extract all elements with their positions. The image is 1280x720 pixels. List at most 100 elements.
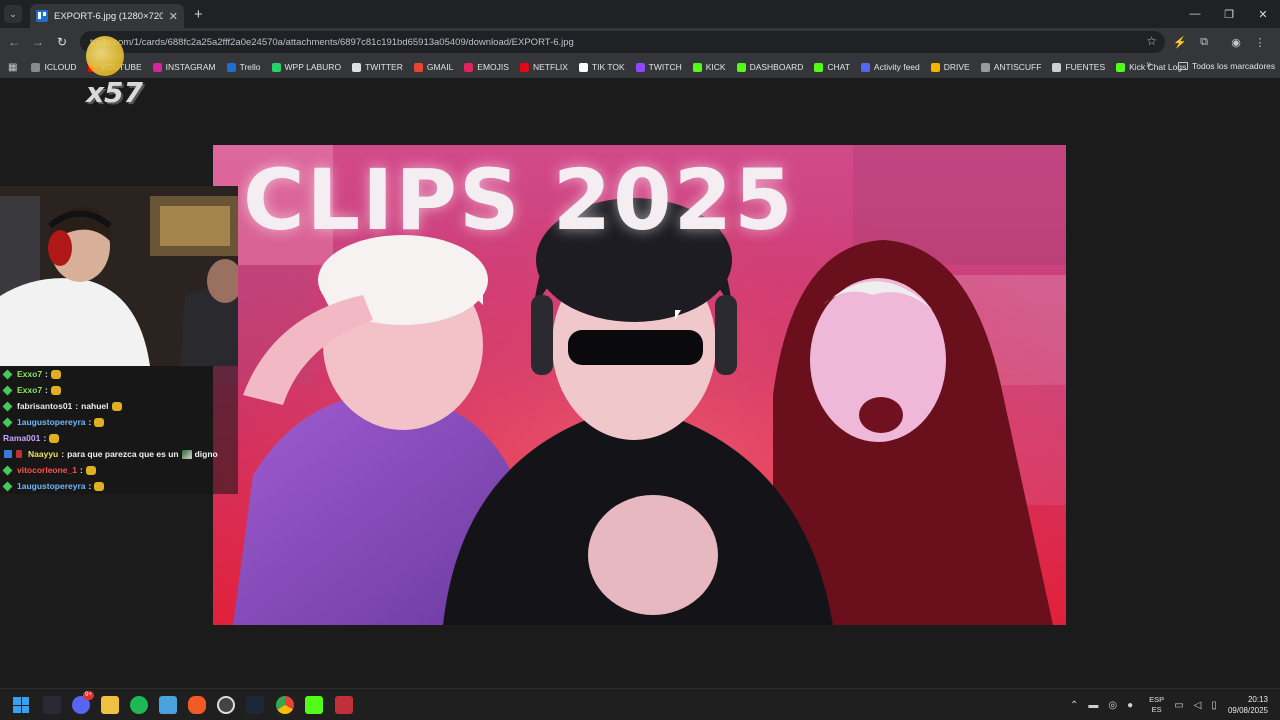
bookmark-icloud[interactable]: ICLOUD (31, 62, 77, 72)
chat-separator: : (61, 449, 65, 459)
subscriber-badge-icon (2, 481, 13, 491)
bookmark-label: CHAT (827, 62, 850, 72)
bookmark-favicon-icon (1052, 62, 1062, 72)
chat-text-tail: digno (194, 449, 218, 459)
bookmark-activity-feed[interactable]: Activity feed (860, 62, 920, 72)
brave-icon[interactable] (188, 696, 206, 714)
bookmark-drive[interactable]: DRIVE (930, 62, 970, 72)
network-icon[interactable]: ▭ (1174, 700, 1183, 711)
chat-separator: : (88, 481, 92, 491)
back-button[interactable]: ← (2, 30, 26, 54)
close-window-button[interactable]: ✕ (1246, 0, 1280, 28)
bookmark-emojis[interactable]: EMOJIS (464, 62, 509, 72)
chat-username[interactable]: 1augustopereyra (17, 417, 86, 427)
tab-title: EXPORT-6.jpg (1280×720) (54, 10, 163, 22)
obs-icon[interactable] (217, 696, 235, 714)
coin-emote-icon (85, 465, 96, 475)
chat-message: 1augustopereyra : (0, 414, 238, 430)
bookmark-favicon-icon (980, 62, 990, 72)
bookmark-dashboard[interactable]: DASHBOARD (736, 62, 804, 72)
reload-button[interactable]: ↻ (50, 30, 74, 54)
bookmark-tik-tok[interactable]: TIK TOK (578, 62, 625, 72)
profile-avatar-icon[interactable]: ◉ (1228, 34, 1244, 50)
microphone-icon[interactable]: ● (1127, 700, 1133, 711)
minimize-button[interactable]: — (1178, 0, 1212, 28)
keyboard-layout: ES (1151, 705, 1162, 714)
language-code: ESP (1149, 695, 1165, 704)
bookmark-star-icon[interactable]: ☆ (1146, 34, 1157, 48)
windows-start-icon[interactable] (13, 697, 29, 713)
bookmarks-bar: ▦ ICLOUD YOUTUBE INSTAGRAM Trello WPP LABURO… (0, 56, 1280, 78)
notepad-icon[interactable] (159, 696, 177, 714)
extensions-area: ⚡ ⧉ ◉ ⋮ (1172, 28, 1268, 56)
widgets-icon[interactable] (43, 696, 61, 714)
bookmark-fuentes[interactable]: FUENTES (1052, 62, 1105, 72)
bookmark-favicon-icon (271, 62, 281, 72)
mail-app-icon[interactable] (335, 696, 353, 714)
bookmark-netflix[interactable]: NETFLIX (519, 62, 568, 72)
kick-icon[interactable] (305, 696, 323, 714)
chat-message: 1augustopereyra : (0, 478, 238, 494)
chat-username[interactable]: Naayyu (28, 449, 58, 459)
image-emote-icon (181, 449, 192, 459)
moderator-badge-icon (4, 450, 12, 458)
twitch-extension-icon[interactable]: ⚡ (1172, 34, 1188, 50)
bookmark-chat[interactable]: CHAT (814, 62, 850, 72)
clock-date: 09/08/2025 (1227, 706, 1268, 715)
new-tab-button[interactable]: + (194, 6, 203, 23)
bookmark-favicon-icon (635, 62, 645, 72)
chat-separator: : (88, 417, 92, 427)
bookmark-label: NETFLIX (532, 62, 568, 72)
bookmarks-overflow-icon[interactable]: » (1146, 59, 1152, 70)
subscriber-badge-icon (2, 385, 13, 395)
tab-export-image[interactable]: EXPORT-6.jpg (1280×720) ✕ (30, 4, 184, 28)
bookmark-kick[interactable]: KICK (692, 62, 726, 72)
all-bookmarks-button[interactable]: Todos los marcadores (1178, 61, 1275, 71)
address-bar[interactable]: trello.com/1/cards/688fc2a25a2fff2a0e245… (80, 31, 1165, 53)
chat-username[interactable]: Exxo7 (17, 369, 42, 379)
chat-username[interactable]: 1augustopereyra (17, 481, 86, 491)
spotify-icon[interactable] (130, 696, 148, 714)
volume-icon[interactable]: ◁ (1194, 700, 1202, 711)
bookmark-twitch[interactable]: TWITCH (635, 62, 682, 72)
bookmark-antiscuff[interactable]: ANTISCUFF (980, 62, 1042, 72)
bookmark-instagram[interactable]: INSTAGRAM (152, 62, 216, 72)
file-explorer-icon[interactable] (101, 696, 119, 714)
extensions-puzzle-icon[interactable]: ⧉ (1196, 34, 1212, 50)
battery-icon[interactable]: ▯ (1211, 700, 1217, 711)
bookmark-twitter[interactable]: TWITTER (352, 62, 403, 72)
chrome-icon[interactable] (276, 696, 294, 714)
all-bookmarks-label: Todos los marcadores (1192, 61, 1276, 71)
bookmark-label: TWITCH (648, 62, 682, 72)
tab-strip: ⌄ EXPORT-6.jpg (1280×720) ✕ + — ❐ ✕ (0, 0, 1280, 28)
discord-icon[interactable]: 9+ (72, 691, 94, 714)
bookmark-gmail[interactable]: GMAIL (413, 62, 453, 72)
thumbnail-title: CLIPS 2025 (243, 151, 795, 249)
forward-button[interactable]: → (26, 30, 50, 54)
webcam-feed (0, 186, 238, 366)
clock[interactable]: 20:13 09/08/2025 (1228, 694, 1268, 716)
bookmark-wpp-laburo[interactable]: WPP LABURO (271, 62, 341, 72)
tray-vpn-icon[interactable]: ◎ (1108, 700, 1117, 711)
bookmark-label: INSTAGRAM (165, 62, 216, 72)
chat-separator: : (45, 385, 48, 395)
tab-close-icon[interactable]: ✕ (169, 10, 178, 23)
chat-username[interactable]: Exxo7 (17, 385, 42, 395)
stream-chat: Exxo7 : Exxo7 : fabrisantos01 : nahuel 1augu… (0, 366, 238, 494)
bookmark-label: TIK TOK (591, 62, 625, 72)
tray-chevron-icon[interactable]: ⌃ (1070, 700, 1078, 711)
apps-grid-icon[interactable]: ▦ (8, 62, 17, 73)
chat-username[interactable]: vitocorleone_1 (17, 465, 77, 475)
tray-app-icon[interactable]: ▬ (1088, 700, 1098, 711)
steam-icon[interactable] (246, 696, 264, 714)
bookmark-favicon-icon (930, 62, 940, 72)
menu-kebab-icon[interactable]: ⋮ (1252, 34, 1268, 50)
bookmark-trello[interactable]: Trello (226, 62, 261, 72)
bookmark-label: ANTISCUFF (993, 62, 1042, 72)
bookmark-label: DASHBOARD (749, 62, 804, 72)
chat-username[interactable]: Rama001 (3, 433, 40, 443)
restore-button[interactable]: ❐ (1212, 0, 1246, 28)
language-indicator[interactable]: ESP ES (1149, 695, 1164, 715)
tab-search-icon[interactable]: ⌄ (4, 5, 22, 23)
chat-username[interactable]: fabrisantos01 (17, 401, 72, 411)
